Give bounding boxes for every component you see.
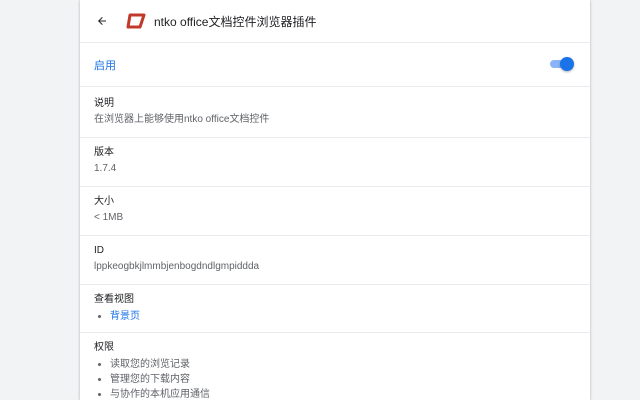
enable-label: 启用	[94, 60, 116, 72]
arrow-back-icon	[98, 17, 106, 25]
bullet-dot	[98, 393, 101, 396]
version-label: 版本	[94, 147, 114, 158]
description-section: 说明 在浏览器上能够使用ntko office文档控件	[94, 97, 574, 127]
id-section: ID lppkeogbkjlmmbjenbogdndlgmpiddda	[94, 244, 574, 274]
bullet-dot	[98, 363, 101, 366]
extension-title: ntko office文档控件浏览器插件	[154, 15, 317, 29]
views-label: 查看视图	[94, 294, 134, 305]
permissions-label: 权限	[94, 342, 114, 353]
background-page-link[interactable]: 背景页	[110, 311, 140, 322]
bullet-dot	[98, 315, 101, 318]
list-item: 读取您的浏览记录	[94, 357, 574, 372]
toggle-knob	[560, 57, 574, 71]
views-list: 背景页	[94, 309, 574, 324]
size-label: 大小	[94, 196, 114, 207]
enable-toggle[interactable]	[548, 56, 574, 72]
version-value: 1.7.4	[94, 163, 117, 174]
list-item: 背景页	[94, 309, 574, 324]
size-section: 大小 < 1MB	[94, 195, 574, 225]
details-header: ntko office文档控件浏览器插件	[80, 0, 590, 42]
version-divider	[80, 186, 590, 187]
id-value: lppkeogbkjlmmbjenbogdndlgmpiddda	[94, 261, 260, 272]
permission-text: 管理您的下载内容	[110, 374, 190, 385]
header-divider	[80, 42, 590, 43]
size-divider	[80, 235, 590, 236]
permissions-section: 权限 读取您的浏览记录 管理您的下载内容 与协作的本机应用通信	[94, 341, 574, 400]
list-item: 与协作的本机应用通信	[94, 387, 574, 400]
description-label: 说明	[94, 98, 114, 109]
ntko-logo-icon	[126, 13, 146, 29]
list-item: 管理您的下载内容	[94, 372, 574, 387]
id-label: ID	[94, 245, 104, 256]
description-divider	[80, 137, 590, 138]
enable-row: 启用	[94, 52, 574, 76]
views-divider	[80, 332, 590, 333]
bullet-dot	[98, 378, 101, 381]
views-section: 查看视图 背景页	[94, 293, 574, 324]
version-section: 版本 1.7.4	[94, 146, 574, 176]
permission-text: 与协作的本机应用通信	[110, 389, 210, 400]
enable-divider	[80, 86, 590, 87]
size-value: < 1MB	[94, 212, 124, 223]
id-divider	[80, 284, 590, 285]
extension-details-card: ntko office文档控件浏览器插件 启用 说明 在浏览器上能够使用ntko…	[80, 0, 590, 400]
back-button[interactable]	[92, 11, 112, 31]
permission-text: 读取您的浏览记录	[110, 359, 190, 370]
description-value: 在浏览器上能够使用ntko office文档控件	[94, 114, 270, 125]
permissions-list: 读取您的浏览记录 管理您的下载内容 与协作的本机应用通信	[94, 357, 574, 400]
